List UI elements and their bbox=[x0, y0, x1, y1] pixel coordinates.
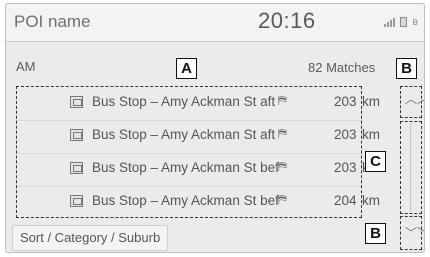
status-icons: ʙ bbox=[384, 17, 418, 28]
distance-unit: km bbox=[362, 94, 380, 109]
page-title: POI name bbox=[14, 12, 91, 31]
double-chevron-down-icon[interactable]: ﹀﹀ bbox=[405, 227, 424, 239]
scrollbar-region bbox=[400, 121, 422, 214]
callout-b-bottom: B bbox=[365, 223, 386, 244]
match-count: 82 Matches bbox=[308, 60, 376, 75]
list-filter-label: AM bbox=[16, 59, 36, 74]
header-bar: POI name 20:16 ʙ bbox=[6, 4, 424, 42]
double-chevron-up-icon[interactable]: ︿︿ bbox=[405, 93, 424, 105]
clock: 20:16 bbox=[258, 8, 316, 33]
results-list-region bbox=[16, 86, 362, 218]
callout-c: C bbox=[365, 151, 386, 172]
distance-unit: km bbox=[362, 193, 380, 208]
callout-a: A bbox=[176, 58, 197, 79]
signal-icon bbox=[384, 18, 396, 27]
distance-unit: km bbox=[362, 127, 380, 142]
sort-category-suburb-button[interactable]: Sort / Category / Suburb bbox=[12, 225, 169, 251]
navigation-screen: POI name 20:16 ʙ AM 82 Matches Bus Stop … bbox=[5, 3, 425, 253]
bluetooth-icon: ʙ bbox=[412, 17, 418, 28]
scrollbar[interactable] bbox=[410, 124, 411, 212]
callout-b-top: B bbox=[396, 58, 417, 79]
battery-icon bbox=[400, 17, 408, 27]
